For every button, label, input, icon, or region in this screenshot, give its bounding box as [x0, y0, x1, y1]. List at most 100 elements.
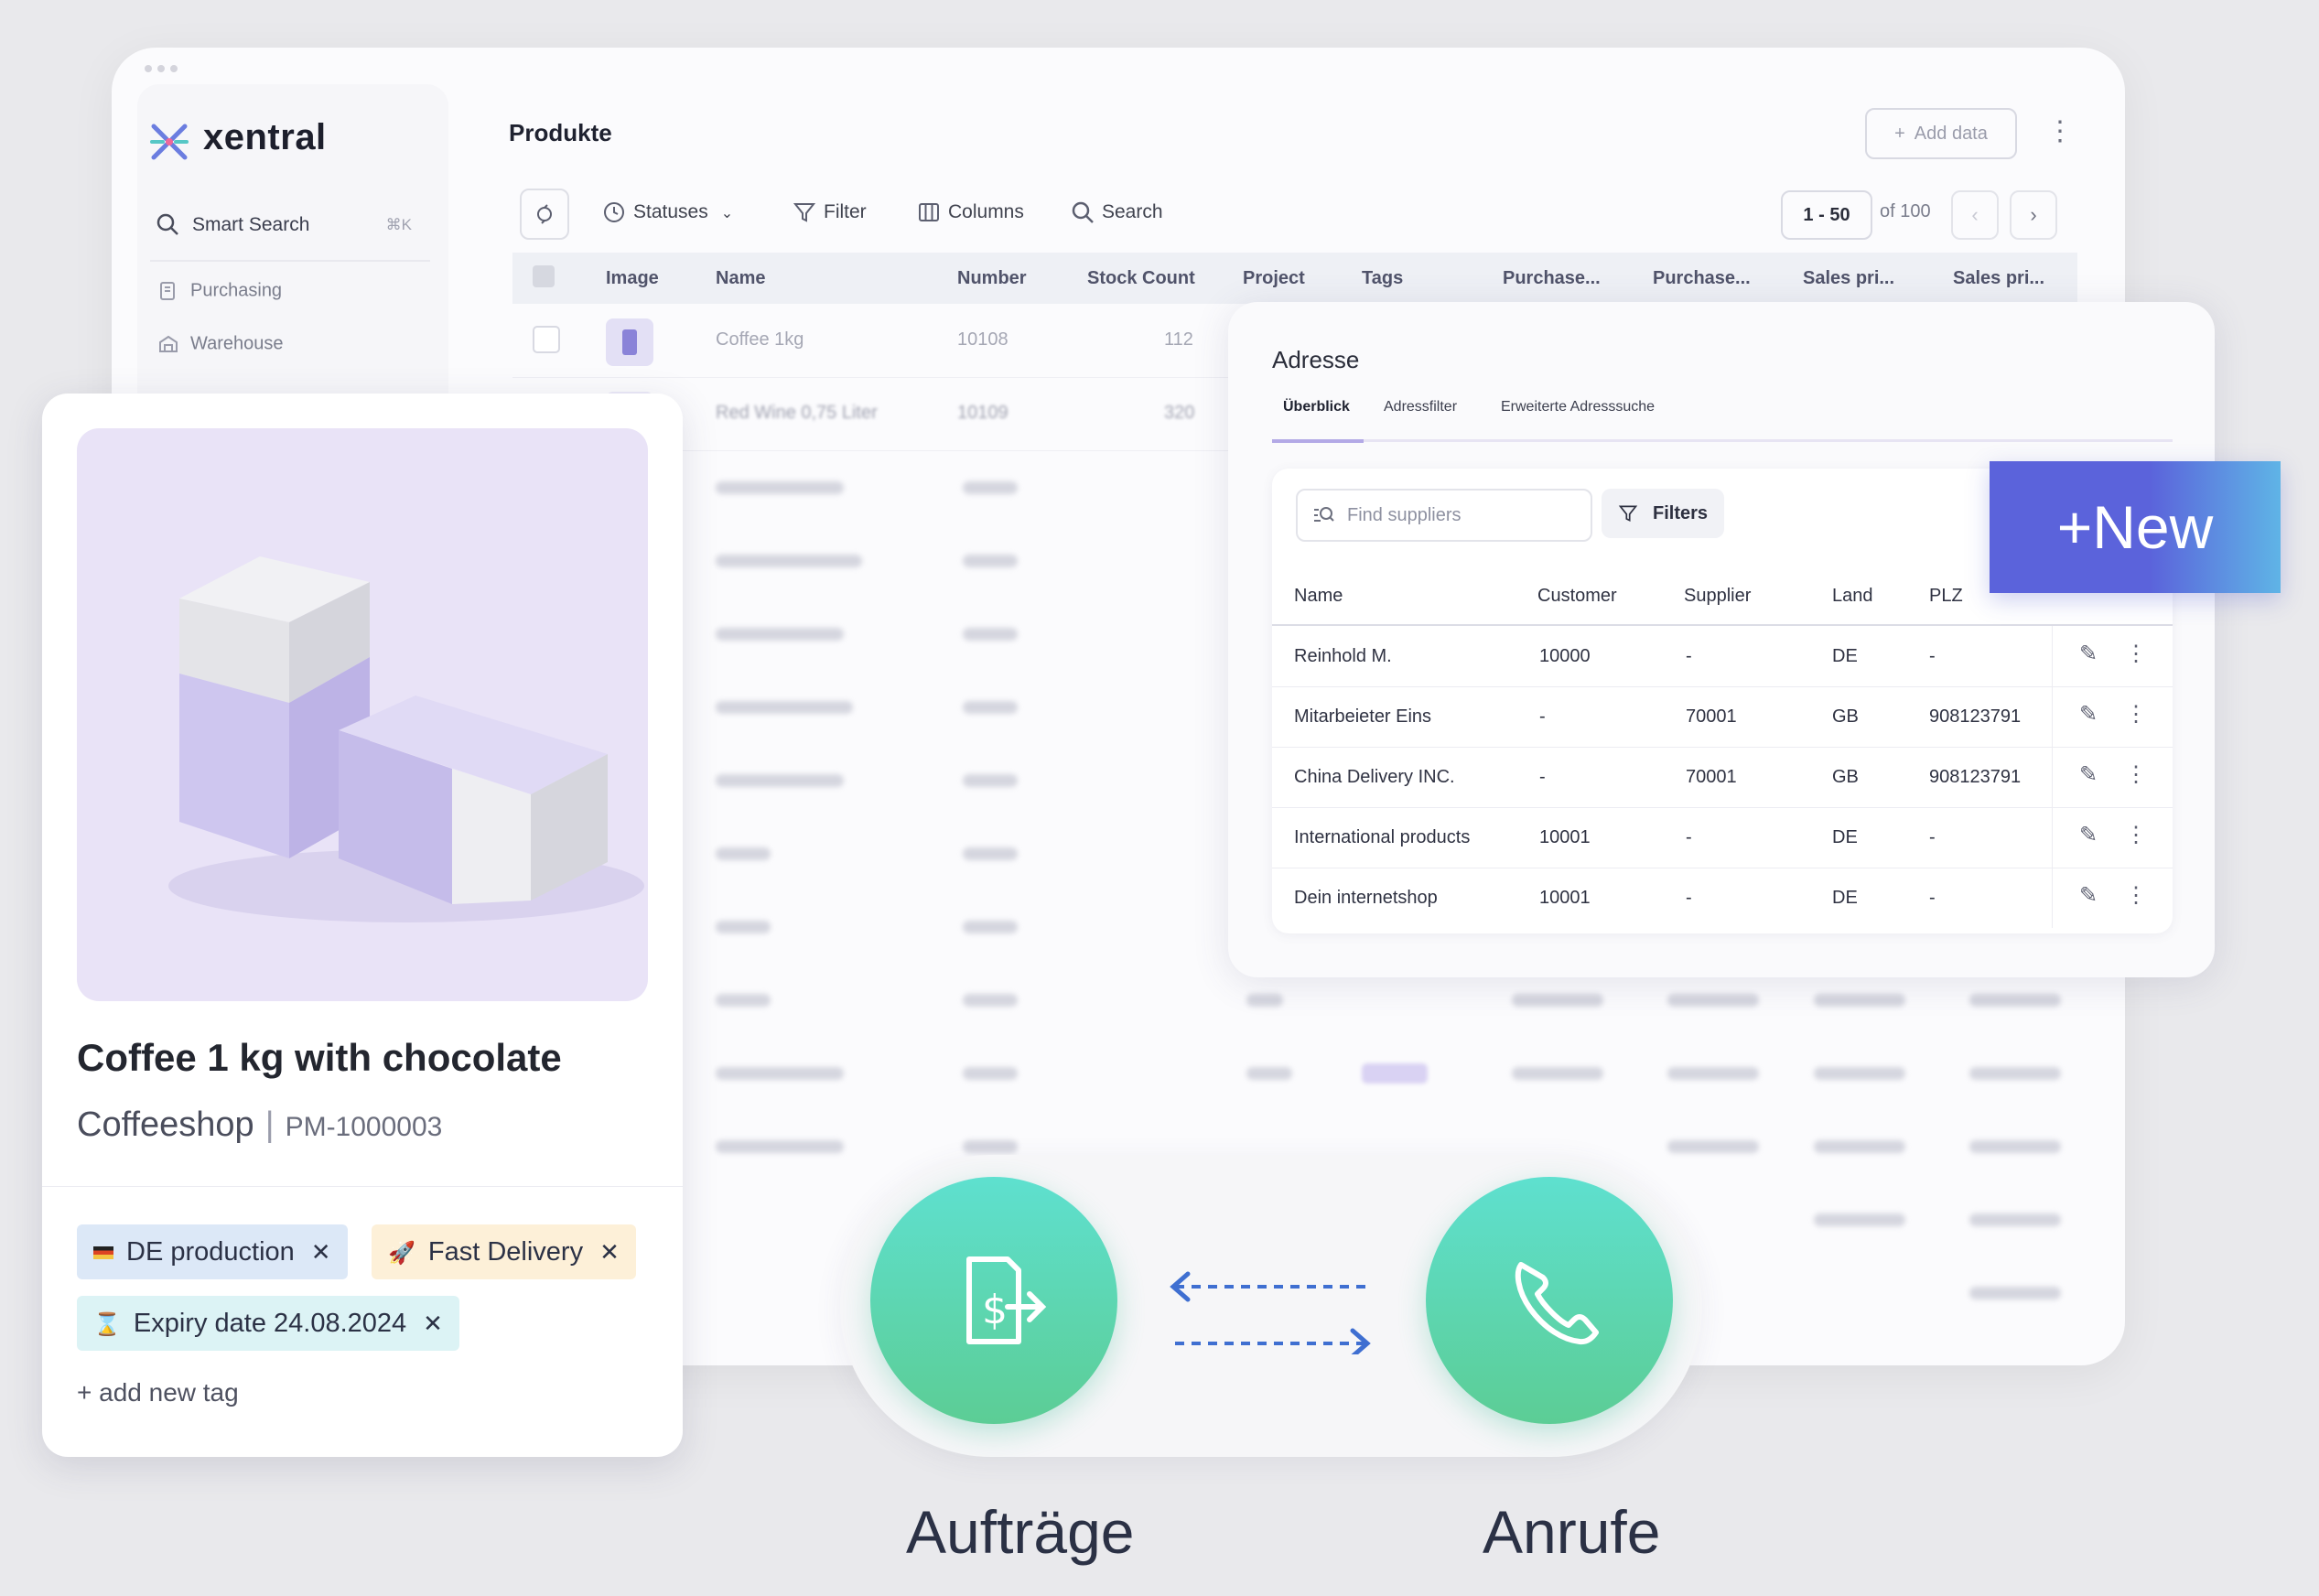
edit-icon[interactable]: ✎ [2079, 822, 2098, 848]
tag-expiry-date[interactable]: ⌛ Expiry date 24.08.2024 ✕ [77, 1296, 459, 1351]
orders-circle[interactable]: $ [870, 1177, 1117, 1424]
filter-button[interactable]: Filter [793, 189, 867, 236]
find-suppliers-input[interactable]: Find suppliers [1296, 489, 1592, 542]
clock-icon [604, 202, 624, 223]
tag-de-production[interactable]: DE production ✕ [77, 1224, 348, 1279]
warehouse-icon [159, 335, 178, 352]
hourglass-icon: ⌛ [93, 1312, 121, 1337]
calls-circle[interactable] [1426, 1177, 1673, 1424]
customer-number: 10000 [1539, 646, 1591, 666]
find-suppliers-placeholder: Find suppliers [1347, 505, 1462, 525]
invoice-transfer-icon: $ [966, 1256, 1047, 1344]
edit-icon[interactable]: ✎ [2079, 641, 2098, 667]
smart-search-label: Smart Search [192, 214, 310, 235]
prev-page-button[interactable]: ‹ [1951, 190, 1999, 240]
column-header[interactable]: Sales pri... [1953, 253, 2044, 304]
supplier-number: - [1686, 827, 1692, 847]
supplier-name: Mitarbeieter Eins [1294, 706, 1432, 727]
tag-label: Expiry date 24.08.2024 [133, 1309, 407, 1338]
smart-search-shortcut: ⌘K [385, 216, 412, 233]
plz: - [1929, 888, 1936, 908]
table-row[interactable]: China Delivery INC. - 70001 GB 908123791… [1272, 747, 2173, 808]
column-header[interactable]: Stock Count [1087, 253, 1195, 304]
sidebar-item-warehouse[interactable]: Warehouse [157, 333, 284, 355]
supplier-number: - [1686, 646, 1692, 666]
plus-icon: + [1894, 124, 1905, 144]
products-table-header: Image Name Number Stock Count Project Ta… [512, 253, 2077, 304]
tag-fast-delivery[interactable]: 🚀 Fast Delivery ✕ [372, 1224, 636, 1279]
product-image [77, 428, 648, 1001]
row-menu-icon[interactable]: ⋮ [2125, 641, 2147, 667]
column-header[interactable]: Image [606, 253, 659, 304]
new-button[interactable]: +New [1990, 461, 2281, 593]
column-header[interactable]: Sales pri... [1803, 253, 1894, 304]
row-menu-icon[interactable]: ⋮ [2125, 882, 2147, 909]
column-header[interactable]: Customer [1537, 586, 1617, 607]
column-header[interactable]: Land [1832, 586, 1873, 607]
remove-tag-icon[interactable]: ✕ [423, 1310, 443, 1337]
window-controls [145, 60, 183, 77]
smart-search[interactable]: Smart Search ⌘K [150, 203, 430, 262]
more-options-icon[interactable]: ⋮ [2046, 117, 2074, 146]
pager-total: of 100 [1880, 201, 1931, 221]
table-row[interactable]: Mitarbeieter Eins - 70001 GB 908123791 ✎… [1272, 686, 2173, 748]
view-toggle-button[interactable] [520, 189, 569, 240]
add-data-button[interactable]: + Add data [1865, 108, 2017, 159]
search-button[interactable]: Search [1071, 189, 1163, 236]
sidebar-item-label: Warehouse [190, 333, 284, 354]
column-header[interactable]: PLZ [1929, 586, 1963, 607]
select-all-checkbox[interactable] [533, 265, 555, 287]
xentral-logo-icon [150, 124, 189, 160]
remove-tag-icon[interactable]: ✕ [599, 1238, 620, 1266]
column-header[interactable]: Project [1243, 253, 1305, 304]
edit-icon[interactable]: ✎ [2079, 701, 2098, 728]
tab-address-filter[interactable]: Adressfilter [1384, 399, 1457, 415]
column-header[interactable]: Tags [1362, 253, 1403, 304]
add-new-tag-link[interactable]: + add new tag [77, 1378, 239, 1407]
row-checkbox[interactable] [533, 326, 560, 353]
calls-label: Anrufe [1483, 1498, 1661, 1566]
row-menu-icon[interactable]: ⋮ [2125, 822, 2147, 848]
column-header[interactable]: Number [957, 253, 1027, 304]
page-title: Produkte [509, 119, 612, 146]
column-header[interactable]: Name [716, 253, 765, 304]
filter-icon [793, 203, 816, 223]
supplier-name: China Delivery INC. [1294, 767, 1455, 787]
tab-advanced-search[interactable]: Erweiterte Adresssuche [1501, 399, 1655, 415]
customer-number: 10001 [1539, 888, 1591, 908]
pager-range[interactable]: 1 - 50 [1781, 190, 1872, 240]
product-title: Coffee 1 kg with chocolate [77, 1036, 562, 1079]
edit-icon[interactable]: ✎ [2079, 882, 2098, 909]
product-number: 10108 [957, 329, 1008, 350]
table-row[interactable]: International products 10001 - DE - ✎ ⋮ [1272, 807, 2173, 868]
product-boxes-image [168, 556, 644, 922]
statuses-label: Statuses [633, 201, 708, 222]
columns-button[interactable]: Columns [917, 189, 1024, 236]
edit-icon[interactable]: ✎ [2079, 761, 2098, 788]
row-menu-icon[interactable]: ⋮ [2125, 761, 2147, 788]
phone-icon [1515, 1262, 1599, 1345]
row-menu-icon[interactable]: ⋮ [2125, 701, 2147, 728]
sidebar-item-label: Purchasing [190, 280, 283, 301]
column-header[interactable]: Name [1294, 586, 1343, 607]
column-header[interactable]: Supplier [1684, 586, 1751, 607]
plus-icon: + [2056, 493, 2093, 561]
tab-overview[interactable]: Überblick [1283, 399, 1350, 415]
supplier-name: Dein internetshop [1294, 888, 1438, 908]
table-row[interactable]: Dein internetshop 10001 - DE - ✎ ⋮ [1272, 868, 2173, 928]
column-header[interactable]: Purchase... [1653, 253, 1751, 304]
search-icon [156, 213, 178, 235]
column-header[interactable]: Purchase... [1503, 253, 1601, 304]
supplier-number: 70001 [1686, 706, 1737, 727]
plz: 908123791 [1929, 706, 2022, 727]
next-page-button[interactable]: › [2010, 190, 2057, 240]
table-row[interactable]: Reinhold M. 10000 - DE - ✎ ⋮ [1272, 626, 2173, 687]
logo-text: xentral [203, 117, 327, 157]
svg-text:$: $ [982, 1287, 1008, 1333]
customer-number: - [1539, 767, 1546, 787]
filters-button[interactable]: Filters [1602, 489, 1724, 538]
statuses-button[interactable]: Statuses ⌄ [602, 189, 733, 236]
remove-tag-icon[interactable]: ✕ [311, 1238, 331, 1266]
product-code: PM-1000003 [285, 1112, 443, 1142]
sidebar-item-purchasing[interactable]: Purchasing [157, 280, 282, 302]
